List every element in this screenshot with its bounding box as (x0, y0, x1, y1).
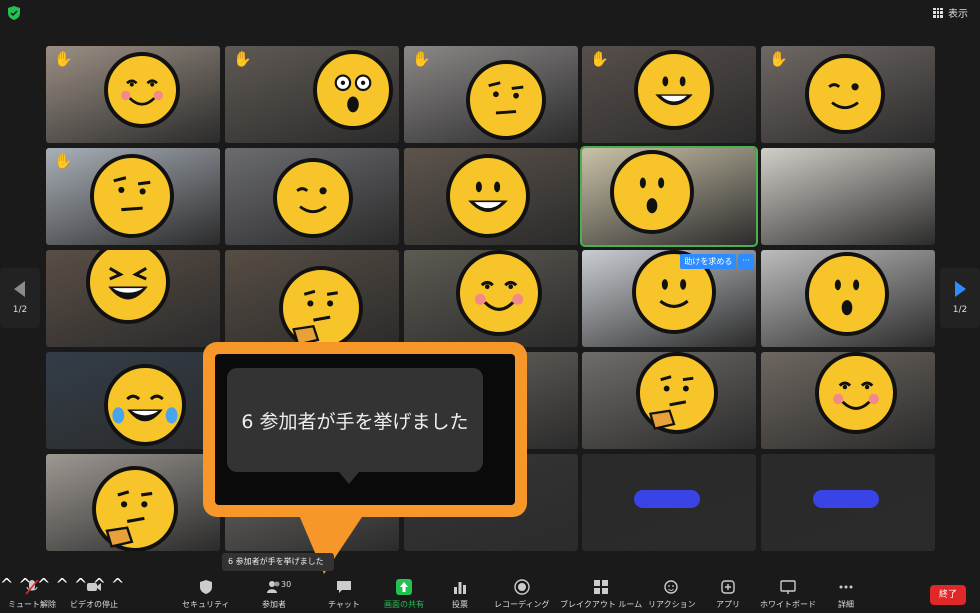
ask-for-help-badge[interactable]: 助けを求める ··· (680, 254, 754, 269)
smiley-add-icon (664, 580, 678, 594)
apps-icon (721, 580, 735, 594)
poll-button[interactable]: 投票 (452, 579, 468, 610)
thinking-face-icon (279, 266, 363, 347)
more-button[interactable]: 詳細 (838, 579, 854, 610)
microphone-muted-icon (25, 579, 39, 595)
meeting-toolbar: ミュート解除 ^ ビデオの停止 ^ セキュリティ 参加者 30 ^ チャット ^… (0, 575, 980, 613)
participants-count: 30 (281, 580, 292, 589)
participant-video-tile[interactable]: 助けを求める ··· (582, 250, 756, 347)
reactions-button[interactable]: リアクション (648, 579, 696, 610)
surprised-face-icon (610, 150, 694, 234)
winking-face-icon (273, 158, 353, 238)
raised-hand-icon: ✋ (590, 50, 609, 68)
winking-face-icon (805, 54, 885, 134)
smiling-face-with-blush-icon (456, 250, 542, 336)
raised-hand-icon: ✋ (54, 152, 73, 170)
bar-chart-icon (454, 582, 466, 594)
raised-hand-icon: ✋ (412, 50, 431, 68)
tears-of-joy-face-icon (104, 364, 186, 446)
participant-video-tile[interactable] (404, 250, 578, 347)
participant-video-tile[interactable] (582, 454, 756, 551)
breakout-rooms-icon (594, 580, 609, 594)
participants-button[interactable]: 参加者 30 (262, 579, 291, 610)
raised-hand-icon: ✋ (769, 50, 788, 68)
unmute-button[interactable]: ミュート解除 (8, 579, 56, 610)
top-bar: 表示 (0, 0, 980, 26)
share-screen-icon (396, 579, 412, 595)
participant-video-tile[interactable]: ✋ (46, 46, 220, 143)
participant-video-tile[interactable] (225, 250, 399, 347)
chat-options-caret[interactable]: ^ (56, 575, 69, 594)
participant-video-tile[interactable] (761, 148, 935, 245)
raised-hands-toast[interactable]: 6 参加者が手を挙げました (222, 553, 334, 571)
grid-view-icon (933, 7, 943, 18)
whiteboard-icon (780, 580, 796, 594)
participant-video-tile[interactable] (225, 148, 399, 245)
participant-video-tile[interactable] (582, 352, 756, 449)
thinking-face-icon (636, 352, 718, 434)
next-page-button[interactable]: 1/2 (940, 268, 980, 328)
smiling-face-with-blush-icon (104, 52, 180, 128)
participant-video-tile[interactable] (761, 454, 935, 551)
prev-page-button[interactable]: 1/2 (0, 268, 40, 328)
participant-video-tile[interactable] (46, 454, 220, 551)
raised-hand-icon: ✋ (54, 50, 73, 68)
page-indicator-right: 1/2 (952, 305, 968, 315)
chat-bubble-icon (336, 581, 351, 593)
view-label: 表示 (948, 9, 968, 20)
chat-button[interactable]: チャット (328, 579, 360, 610)
page-indicator-left: 1/2 (12, 305, 28, 315)
raised-hands-notification: 6 参加者が手を挙げました (227, 368, 483, 484)
participant-video-tile[interactable]: ✋ (582, 46, 756, 143)
face-with-raised-eyebrow-icon (466, 60, 546, 140)
laughing-squinting-face-icon (86, 250, 170, 324)
more-dots-icon (839, 585, 853, 589)
end-meeting-button[interactable]: 終了 (930, 585, 966, 605)
whiteboard-button[interactable]: ホワイトボード (760, 579, 816, 610)
face-with-raised-eyebrow-icon (90, 154, 174, 238)
arrow-right-icon (955, 281, 966, 297)
record-icon (514, 579, 530, 595)
participant-video-tile[interactable]: ✋ (404, 46, 578, 143)
thinking-face-icon (92, 466, 178, 551)
tile-more-button[interactable]: ··· (738, 254, 754, 269)
redacted-name-pill (813, 490, 879, 508)
zoomed-notification-callout: 6 参加者が手を挙げました (203, 342, 527, 517)
record-button[interactable]: レコーディング (494, 579, 549, 610)
participant-video-tile[interactable] (46, 352, 220, 449)
participant-video-tile[interactable]: ✋ (761, 46, 935, 143)
participant-video-tile[interactable] (404, 148, 578, 245)
astonished-face-icon (313, 50, 393, 130)
breakout-rooms-button[interactable]: ブレイクアウト ルーム (560, 579, 642, 610)
raised-hands-message: 6 参加者が手を挙げました (241, 410, 469, 433)
apps-button[interactable]: アプリ (716, 579, 740, 610)
view-button[interactable]: 表示 (933, 5, 968, 20)
smiling-face-with-blush-icon (815, 352, 897, 434)
stop-video-button[interactable]: ビデオの停止 (70, 579, 118, 610)
participant-video-tile[interactable] (46, 250, 220, 347)
shield-icon[interactable] (8, 6, 20, 20)
participant-video-tile[interactable] (761, 250, 935, 347)
participant-video-tile[interactable]: ✋ (225, 46, 399, 143)
share-screen-button[interactable]: 画面の共有 (384, 579, 424, 610)
participant-video-tile[interactable] (580, 146, 758, 247)
redacted-name-pill (634, 490, 700, 508)
ask-for-help-label: 助けを求める (680, 254, 737, 269)
grinning-face-icon (634, 50, 714, 130)
shield-icon (199, 580, 212, 594)
arrow-left-icon (14, 281, 25, 297)
participant-video-tile[interactable] (761, 352, 935, 449)
raised-hand-icon: ✋ (233, 50, 252, 68)
grinning-face-icon (446, 154, 530, 238)
surprised-face-icon (805, 252, 889, 336)
participants-icon (267, 581, 280, 593)
video-camera-icon (87, 583, 101, 591)
participant-video-tile[interactable]: ✋ (46, 148, 220, 245)
security-button[interactable]: セキュリティ (182, 579, 230, 610)
